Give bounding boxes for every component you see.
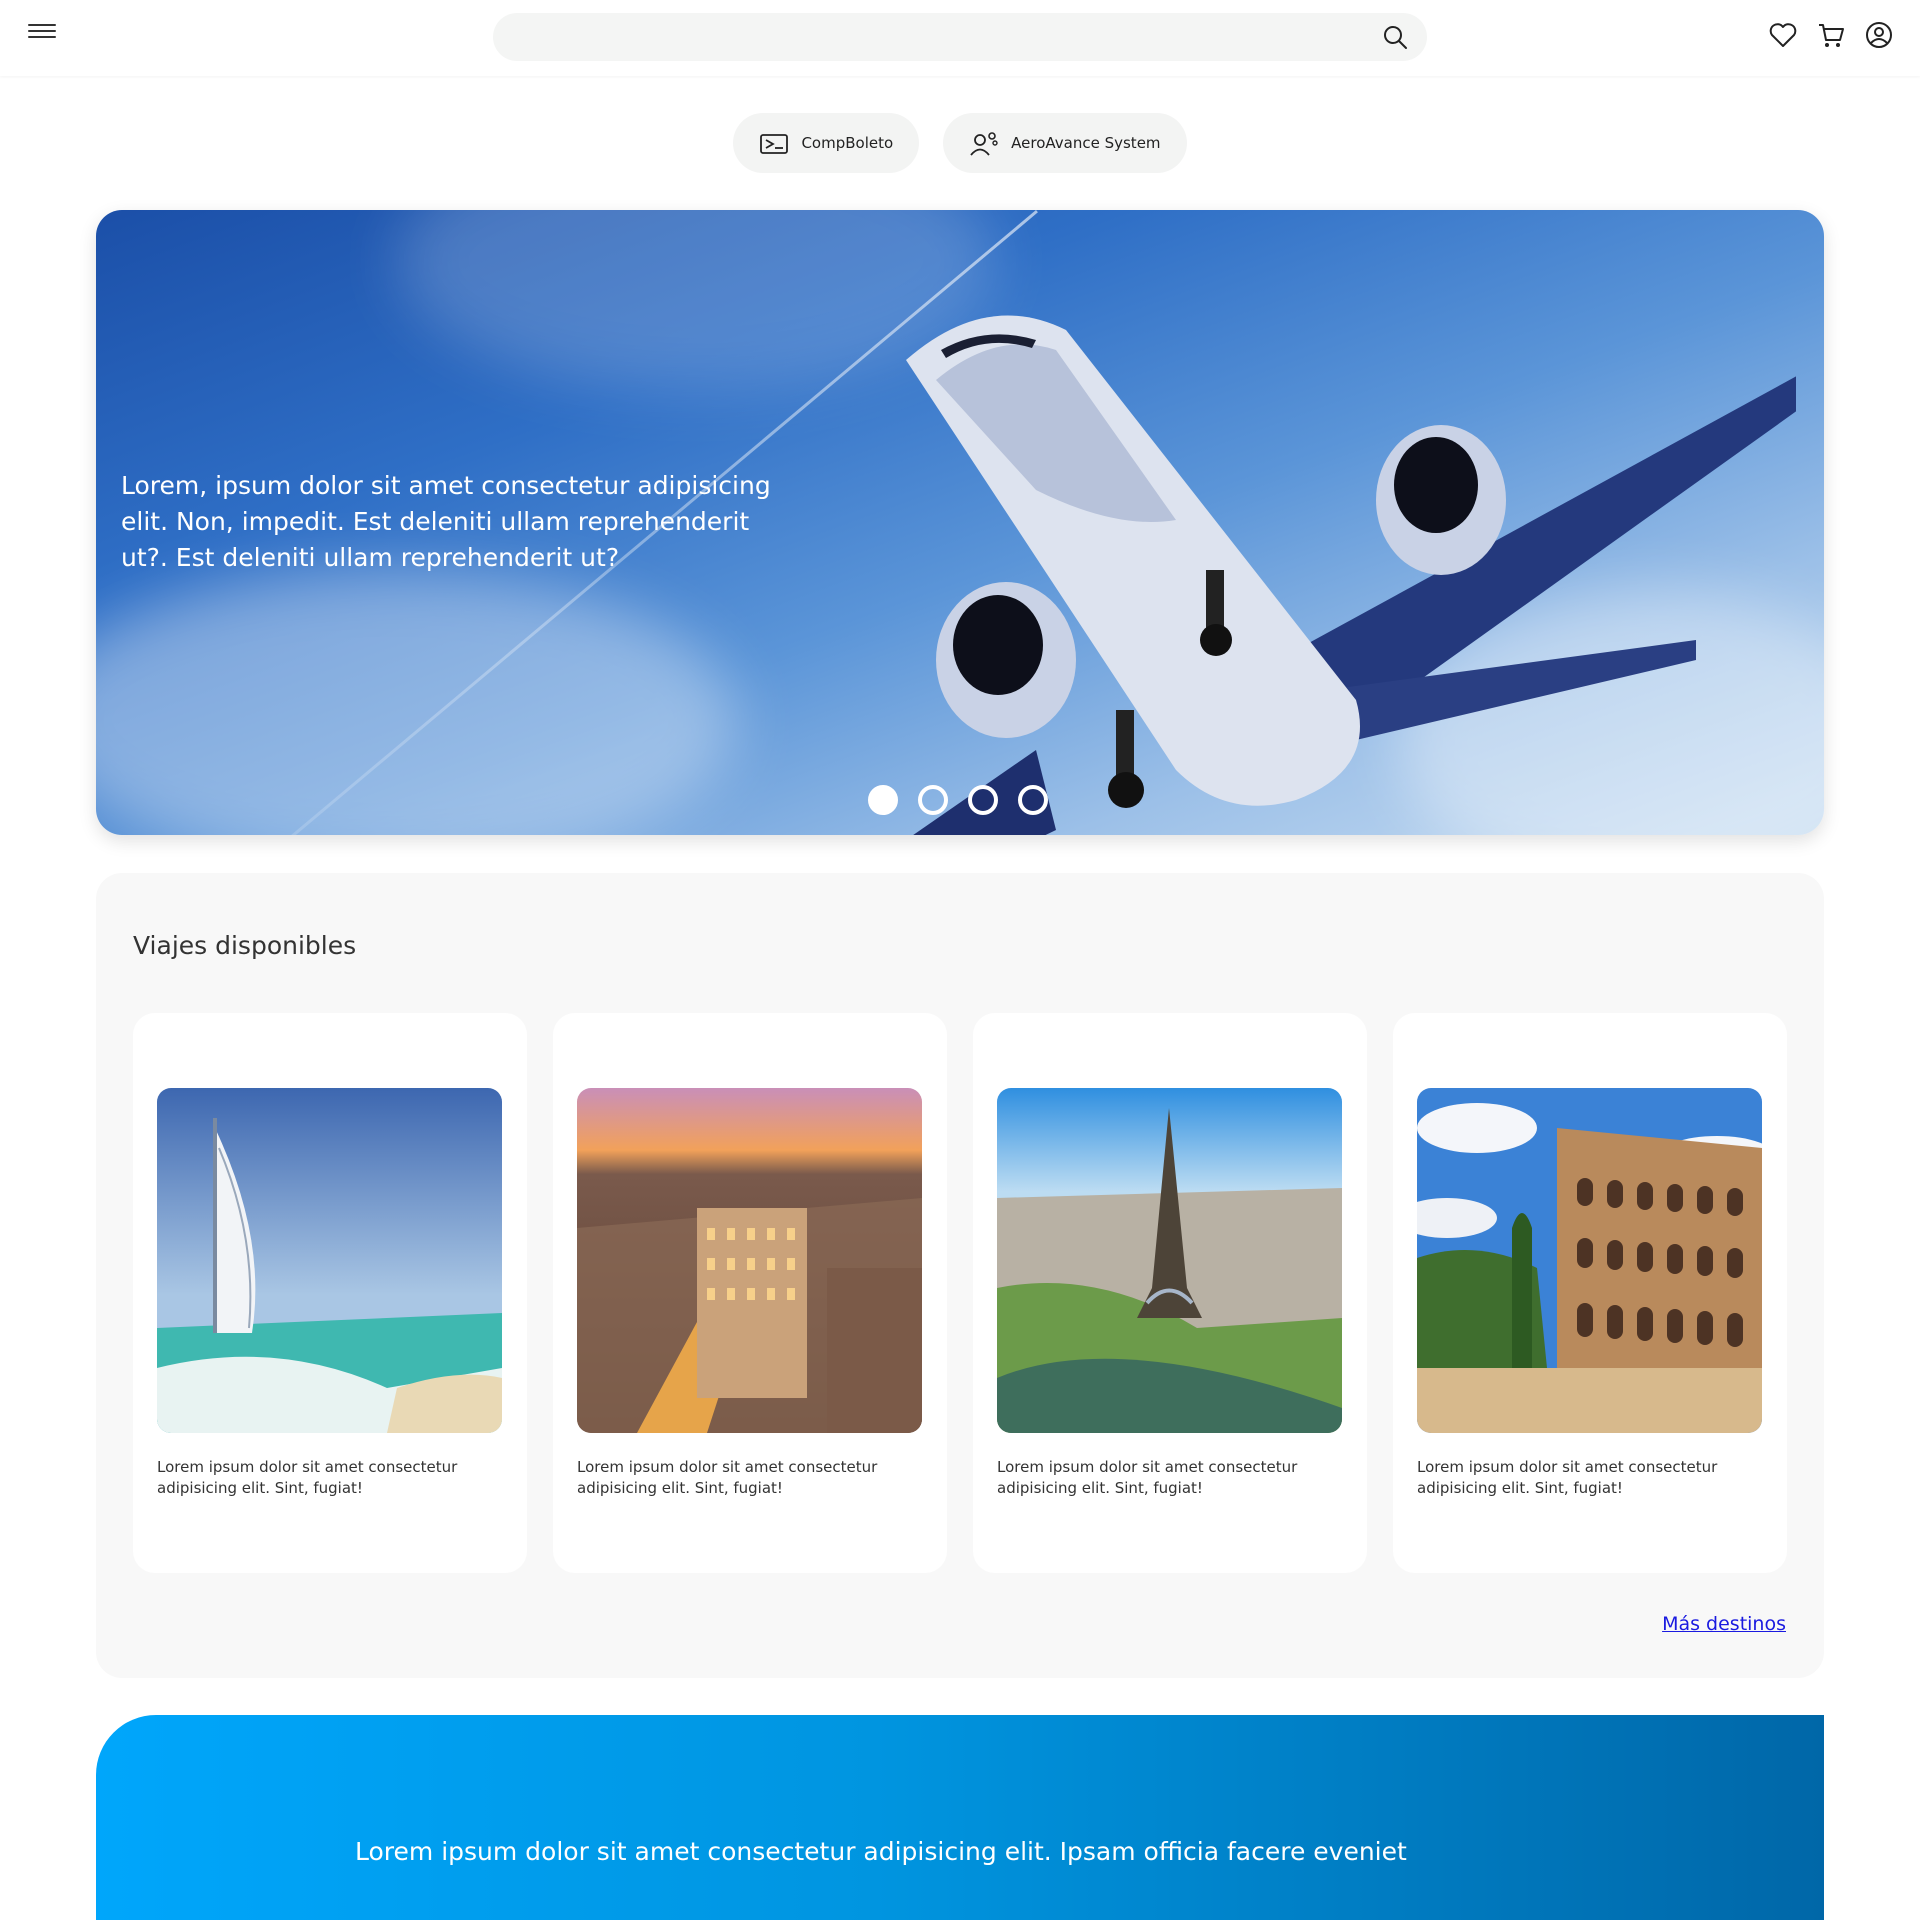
carousel-dot[interactable]	[868, 785, 898, 815]
trip-card-dubai[interactable]: Lorem ipsum dolor sit amet consectetur a…	[133, 1013, 527, 1573]
search-input[interactable]	[517, 13, 1357, 61]
menu-icon[interactable]	[28, 20, 56, 44]
agent-gear-icon	[970, 132, 998, 156]
card-description: Lorem ipsum dolor sit amet consectetur a…	[157, 1458, 458, 1497]
trips-section: Viajes disponibles Lorem ipsum dolor sit…	[96, 873, 1824, 1678]
cart-icon[interactable]	[1816, 20, 1846, 50]
header-actions	[1768, 20, 1894, 50]
trip-card-paris[interactable]: Lorem ipsum dolor sit amet consectetur a…	[973, 1013, 1367, 1573]
chip-label: AeroAvance System	[1011, 134, 1161, 152]
madrid-image	[577, 1088, 922, 1433]
ticket-icon	[760, 134, 789, 154]
search-bar	[493, 13, 1427, 61]
chip-compboleto[interactable]: CompBoleto	[733, 113, 920, 173]
trip-card-rome[interactable]: Lorem ipsum dolor sit amet consectetur a…	[1393, 1013, 1787, 1573]
rome-image	[1417, 1088, 1762, 1433]
category-chips: CompBoleto AeroAvance System	[0, 113, 1920, 173]
chip-label: CompBoleto	[801, 134, 894, 152]
carousel-dot[interactable]	[1018, 785, 1048, 815]
carousel-dots	[868, 785, 1048, 815]
dubai-image	[157, 1088, 502, 1433]
hero-carousel: Lorem, ipsum dolor sit amet consectetur …	[96, 210, 1824, 835]
chip-aeroavance[interactable]: AeroAvance System	[943, 113, 1187, 173]
promo-banner: Lorem ipsum dolor sit amet consectetur a…	[96, 1715, 1824, 1920]
card-description: Lorem ipsum dolor sit amet consectetur a…	[1417, 1458, 1718, 1497]
top-header	[0, 0, 1920, 76]
trip-cards: Lorem ipsum dolor sit amet consectetur a…	[133, 1013, 1787, 1573]
user-icon[interactable]	[1864, 20, 1894, 50]
hero-text: Lorem, ipsum dolor sit amet consectetur …	[121, 471, 771, 572]
carousel-dot[interactable]	[918, 785, 948, 815]
paris-image	[997, 1088, 1342, 1433]
card-description: Lorem ipsum dolor sit amet consectetur a…	[997, 1458, 1298, 1497]
search-icon[interactable]	[1381, 23, 1409, 51]
airplane-image	[906, 315, 1796, 835]
carousel-dot[interactable]	[968, 785, 998, 815]
more-destinations-link[interactable]: Más destinos	[1662, 1613, 1786, 1635]
heart-icon[interactable]	[1768, 20, 1798, 50]
trip-card-madrid[interactable]: Lorem ipsum dolor sit amet consectetur a…	[553, 1013, 947, 1573]
section-title: Viajes disponibles	[133, 931, 357, 960]
card-description: Lorem ipsum dolor sit amet consectetur a…	[577, 1458, 878, 1497]
banner-text: Lorem ipsum dolor sit amet consectetur a…	[355, 1837, 1407, 1866]
